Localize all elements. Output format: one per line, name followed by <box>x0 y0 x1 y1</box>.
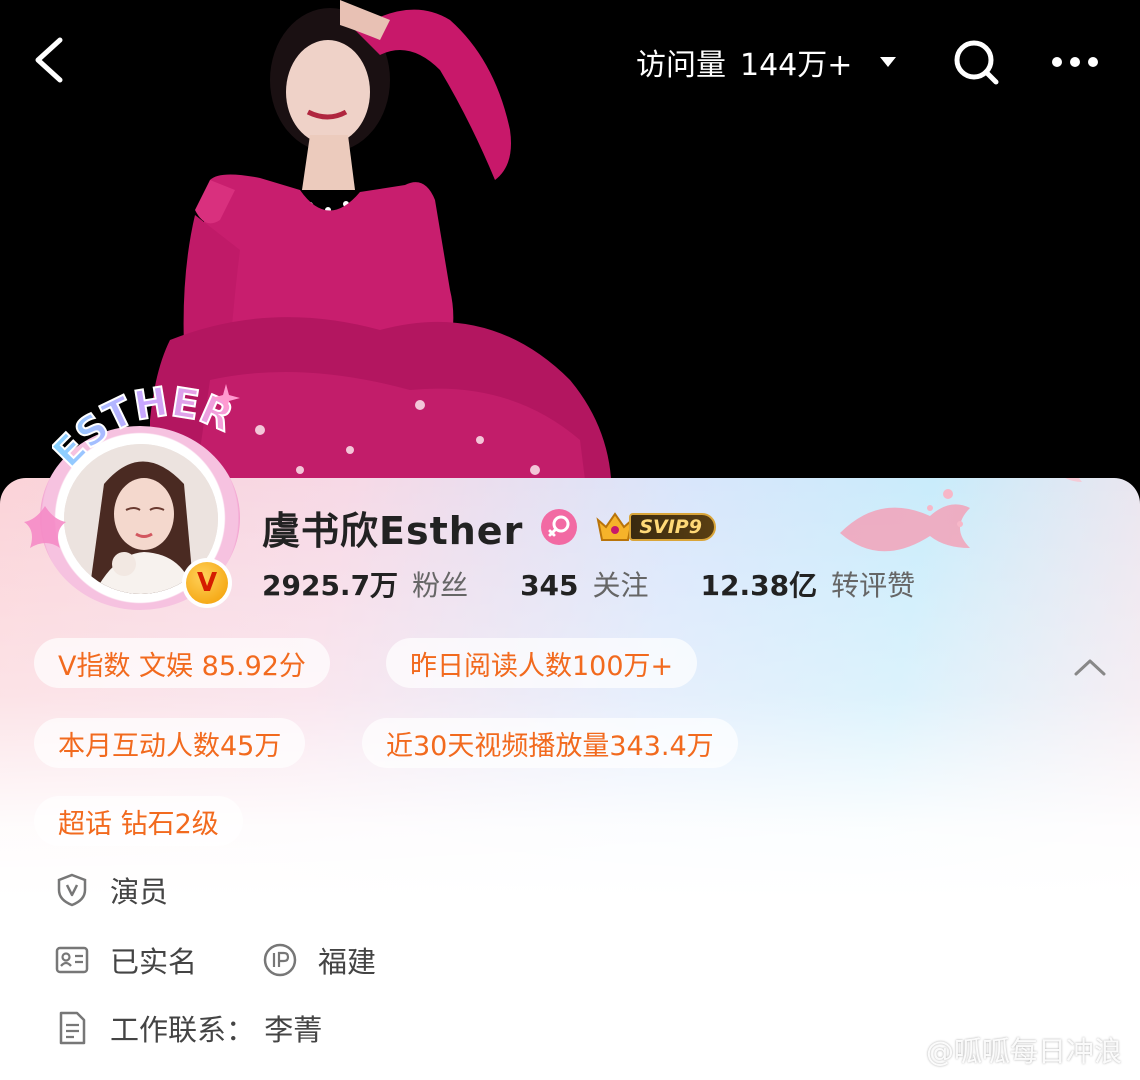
collapse-button[interactable] <box>1070 654 1110 680</box>
chip-v-index[interactable]: V指数 文娱 85.92分 <box>34 638 330 688</box>
search-icon <box>954 40 999 85</box>
info-occupation[interactable]: 演员 <box>54 870 168 910</box>
info-ip-location[interactable]: 福建 <box>262 940 376 980</box>
visits-dropdown[interactable]: 访问量 144万+ <box>636 40 897 84</box>
svip-label: SVIP9 <box>629 513 716 541</box>
chevron-left-icon <box>35 37 63 83</box>
stat-value: 2925.7万 <box>262 569 399 602</box>
visits-value: 144万+ <box>740 48 853 83</box>
ip-icon <box>263 943 297 977</box>
work-contact-text: 工作联系： 李菁 <box>110 1013 323 1047</box>
avatar[interactable]: ESTHER V <box>22 382 244 610</box>
name-row: 虞书欣Esther SVIP9 <box>262 502 716 553</box>
stat-value: 345 <box>520 569 579 602</box>
stat-following[interactable]: 345 关注 <box>520 564 648 604</box>
ip-location-text: 福建 <box>318 945 377 979</box>
verified-badge: V <box>182 558 232 608</box>
female-icon <box>541 509 578 545</box>
info-real-name[interactable]: 已实名 <box>54 940 197 980</box>
back-button[interactable] <box>22 28 86 92</box>
flower-decoration <box>24 506 66 548</box>
stat-label: 转评赞 <box>831 569 916 602</box>
chevron-up-icon <box>1074 659 1106 676</box>
document-icon <box>59 1011 86 1045</box>
more-button[interactable] <box>1048 40 1102 84</box>
top-navigation-bar: 访问量 144万+ <box>0 0 1140 120</box>
chip-video-plays[interactable]: 近30天视频播放量343.4万 <box>362 718 738 768</box>
info-work-contact[interactable]: 工作联系： 李菁 <box>54 1008 322 1048</box>
id-card-icon <box>55 946 89 974</box>
stat-value: 12.38亿 <box>700 569 818 602</box>
stat-label: 粉丝 <box>412 569 469 602</box>
visits-label: 访问量 <box>636 48 726 83</box>
sparkle-icon <box>212 384 240 412</box>
stat-followers[interactable]: 2925.7万 粉丝 <box>262 564 468 604</box>
verified-v-icon: V <box>186 562 228 604</box>
watermark-text: @呱呱每日冲浪 <box>926 1035 1123 1068</box>
watermark: @呱呱每日冲浪 <box>876 1028 1122 1072</box>
profile-name: 虞书欣Esther <box>262 508 524 553</box>
svip-badge[interactable]: SVIP9 <box>595 510 716 544</box>
real-name-text: 已实名 <box>110 945 198 979</box>
weibo-logo-icon <box>877 1036 918 1067</box>
more-dots-icon <box>1052 57 1098 67</box>
chip-super-topic[interactable]: 超话 钻石2级 <box>34 796 243 846</box>
occupation-text: 演员 <box>110 875 169 909</box>
stat-engagement[interactable]: 12.38亿 转评赞 <box>701 564 916 604</box>
profile-page: 访问量 144万+ 虞书欣Esther SVIP9 2925.7万 粉丝 345… <box>0 0 1140 1080</box>
shield-v-icon <box>57 873 87 907</box>
chip-interactions[interactable]: 本月互动人数45万 <box>34 718 306 768</box>
caret-down-icon <box>880 57 897 67</box>
chip-reads[interactable]: 昨日阅读人数100万+ <box>386 638 698 688</box>
search-button[interactable] <box>950 36 1002 88</box>
stat-label: 关注 <box>592 569 649 602</box>
stats-row: 2925.7万 粉丝 345 关注 12.38亿 转评赞 <box>262 562 967 606</box>
